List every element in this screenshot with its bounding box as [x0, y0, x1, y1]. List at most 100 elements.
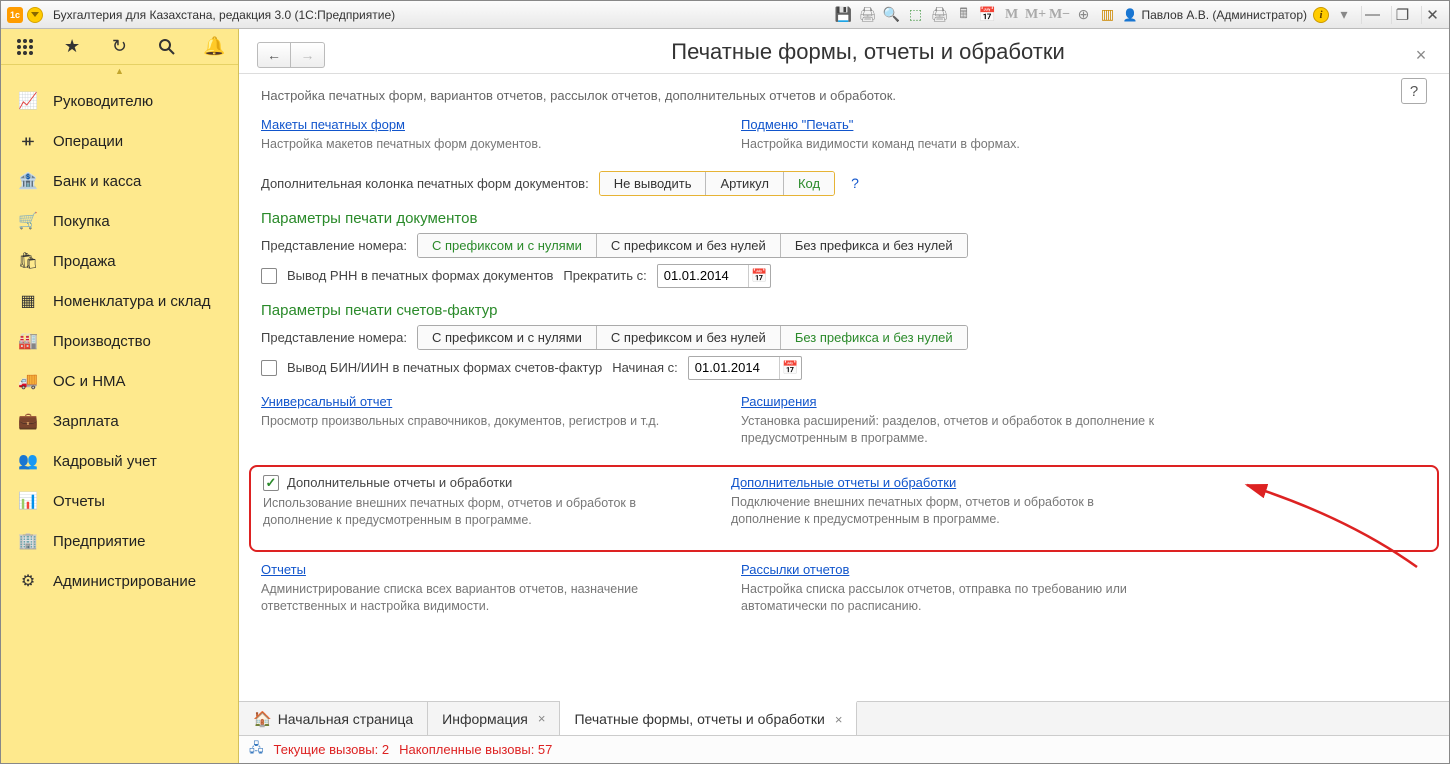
repr-docs-opt1[interactable]: С префиксом и с нулями	[418, 234, 597, 257]
repr-docs-segmented: С префиксом и с нулями С префиксом и без…	[417, 233, 968, 258]
checkbox-bin[interactable]	[261, 360, 277, 376]
link-universal-report[interactable]: Универсальный отчет	[261, 394, 392, 409]
sidebar-item-purchase[interactable]: 🛒 Покупка	[1, 201, 238, 241]
date-start-from-input[interactable]	[689, 357, 779, 378]
sidebar-item-hr[interactable]: 👥 Кадровый учет	[1, 441, 238, 481]
sidebar-item-label: Банк и касса	[53, 173, 141, 190]
nav-buttons: ← →	[257, 42, 325, 68]
checkbox-additional-reports[interactable]	[263, 475, 279, 491]
date-stop-from: 📅	[657, 264, 771, 288]
current-user[interactable]: 👤 Павлов А.В. (Администратор)	[1123, 8, 1307, 22]
link-print-layouts[interactable]: Макеты печатных форм	[261, 117, 405, 132]
search-icon[interactable]	[155, 35, 179, 59]
addcol-opt-code[interactable]: Код	[784, 172, 834, 195]
sidebar-item-label: ОС и НМА	[53, 373, 126, 390]
link-print-layouts-desc: Настройка макетов печатных форм документ…	[261, 136, 701, 153]
preview-icon[interactable]: 🔍	[883, 6, 901, 24]
nav-back-button[interactable]: ←	[257, 42, 291, 68]
addcol-help[interactable]: ?	[851, 175, 859, 191]
sidebar-item-reports[interactable]: 📊Отчеты	[1, 481, 238, 521]
titlebar: 1c Бухгалтерия для Казахстана, редакция …	[1, 1, 1449, 29]
addcol-opt-none[interactable]: Не выводить	[600, 172, 707, 195]
calendar-picker-icon[interactable]: 📅	[779, 357, 801, 379]
print2-icon[interactable]: 🖨	[931, 6, 949, 24]
building-icon: 🏢	[17, 531, 39, 551]
sidebar-item-label: Зарплата	[53, 413, 119, 430]
sidebar-collapse-handle[interactable]: ▲	[1, 65, 238, 77]
repr-sf-opt3[interactable]: Без префикса и без нулей	[781, 326, 967, 349]
save-icon[interactable]: 💾	[835, 6, 853, 24]
star-icon[interactable]: ★	[60, 35, 84, 59]
sidebar-item-sale[interactable]: 🛍 Продажа	[1, 241, 238, 281]
sidebar-item-label: Продажа	[53, 253, 116, 270]
sidebar-item-assets[interactable]: 🚚ОС и НМА	[1, 361, 238, 401]
sidebar-item-enterprise[interactable]: 🏢Предприятие	[1, 521, 238, 561]
history-icon[interactable]: ↻	[107, 35, 131, 59]
link-additional-reports[interactable]: Дополнительные отчеты и обработки	[731, 475, 956, 490]
print-icon[interactable]: 🖨	[859, 6, 877, 24]
sidebar-item-production[interactable]: 🏭Производство	[1, 321, 238, 361]
sidebar-item-label: Покупка	[53, 213, 110, 230]
dropdown-icon[interactable]: ▾	[1335, 6, 1353, 24]
sidebar-item-label: Администрирование	[53, 573, 196, 590]
gear-icon: ⚙	[17, 571, 39, 591]
sidebar-item-label: Кадровый учет	[53, 453, 157, 470]
panels-icon[interactable]: ▥	[1099, 6, 1117, 24]
tab-info-label: Информация	[442, 711, 528, 727]
tab-info-close[interactable]: ×	[538, 711, 546, 726]
tab-current-close[interactable]: ×	[835, 712, 843, 727]
start-from-label: Начиная с:	[612, 360, 678, 375]
link-print-submenu-desc: Настройка видимости команд печати в форм…	[741, 136, 1181, 153]
repr-docs-opt2[interactable]: С префиксом и без нулей	[597, 234, 781, 257]
calendar-picker-icon[interactable]: 📅	[748, 265, 770, 287]
window-close[interactable]: ✕	[1421, 6, 1443, 24]
compare-icon[interactable]: ⬚	[907, 6, 925, 24]
link-extensions[interactable]: Расширения	[741, 394, 817, 409]
app-menu-dropdown[interactable]	[27, 7, 43, 23]
info-icon[interactable]: i	[1313, 7, 1329, 23]
sidebar-item-operations[interactable]: ᚑОперации	[1, 121, 238, 161]
link-reports[interactable]: Отчеты	[261, 562, 306, 577]
section-docs-title: Параметры печати документов	[261, 210, 1427, 227]
calendar-icon[interactable]: 📅	[979, 6, 997, 24]
sidebar-item-stock[interactable]: ▦Номенклатура и склад	[1, 281, 238, 321]
nav-forward-button[interactable]: →	[291, 42, 325, 68]
people-icon: 👥	[17, 451, 39, 471]
window-minimize[interactable]: —	[1361, 6, 1383, 24]
bottom-tabs: 🏠 Начальная страница Информация × Печатн…	[239, 701, 1449, 735]
user-name: Павлов А.В. (Администратор)	[1142, 8, 1308, 22]
bell-icon[interactable]: 🔔	[202, 35, 226, 59]
cart-icon: 🛒	[17, 211, 39, 231]
repr-sf-opt1[interactable]: С префиксом и с нулями	[418, 326, 597, 349]
page-close-button[interactable]: ×	[1411, 45, 1431, 66]
m-plus-icon[interactable]: M+	[1027, 6, 1045, 24]
link-universal-report-desc: Просмотр произвольных справочников, доку…	[261, 413, 701, 430]
m-minus-icon[interactable]: M−	[1051, 6, 1069, 24]
calc-icon[interactable]: 🖩	[955, 6, 973, 24]
section-sf-title: Параметры печати счетов-фактур	[261, 302, 1427, 319]
stop-from-label: Прекратить с:	[563, 268, 646, 283]
checkbox-rnn[interactable]	[261, 268, 277, 284]
window-restore[interactable]: ❐	[1391, 6, 1413, 24]
link-print-submenu[interactable]: Подменю "Печать"	[741, 117, 853, 132]
sidebar-item-bank[interactable]: 🏦Банк и касса	[1, 161, 238, 201]
sidebar-item-admin[interactable]: ⚙ Администрирование	[1, 561, 238, 601]
zoom-icon[interactable]: ⊕	[1075, 6, 1093, 24]
sidebar-item-manager[interactable]: 📈Руководителю	[1, 81, 238, 121]
repr-docs-opt3[interactable]: Без префикса и без нулей	[781, 234, 967, 257]
tab-current[interactable]: Печатные формы, отчеты и обработки ×	[560, 701, 857, 735]
page-title: Печатные формы, отчеты и обработки	[325, 37, 1411, 73]
link-mailings[interactable]: Рассылки отчетов	[741, 562, 849, 577]
m-icon[interactable]: M	[1003, 6, 1021, 24]
bag-icon: 🛍	[17, 251, 39, 271]
help-button[interactable]: ?	[1401, 78, 1427, 104]
status-current-calls: Текущие вызовы: 2	[274, 742, 390, 757]
grid-icon[interactable]	[13, 35, 37, 59]
addcol-opt-article[interactable]: Артикул	[706, 172, 783, 195]
repr-sf-opt2[interactable]: С префиксом и без нулей	[597, 326, 781, 349]
sidebar-item-salary[interactable]: 💼Зарплата	[1, 401, 238, 441]
date-start-from: 📅	[688, 356, 802, 380]
tab-home[interactable]: 🏠 Начальная страница	[239, 702, 428, 735]
date-stop-from-input[interactable]	[658, 265, 748, 286]
tab-info[interactable]: Информация ×	[428, 702, 560, 735]
